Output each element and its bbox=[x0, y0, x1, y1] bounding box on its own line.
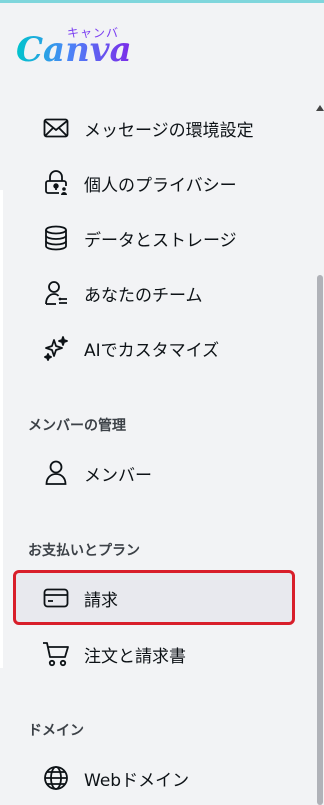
menu-item-ai-customize[interactable]: AIでカスタマイズ bbox=[28, 326, 288, 370]
scrollbar[interactable] bbox=[316, 95, 324, 805]
menu-item-members[interactable]: メンバー bbox=[28, 451, 288, 495]
shopping-cart-icon bbox=[42, 640, 70, 668]
menu-item-privacy[interactable]: 個人のプライバシー bbox=[28, 161, 288, 205]
menu-item-label: 請求 bbox=[84, 590, 118, 611]
menu-item-orders-invoices[interactable]: 注文と請求書 bbox=[28, 632, 288, 676]
envelope-icon bbox=[42, 114, 70, 142]
menu-item-label: あなたのチーム bbox=[84, 285, 203, 306]
menu-item-label: Webドメイン bbox=[84, 770, 190, 791]
menu-item-message-preferences[interactable]: メッセージの環境設定 bbox=[28, 106, 288, 150]
menu-item-your-team[interactable]: あなたのチーム bbox=[28, 271, 288, 315]
menu-item-label: メンバー bbox=[84, 465, 152, 486]
menu-item-web-domains[interactable]: Webドメイン bbox=[28, 756, 288, 800]
menu-item-label: メッセージの環境設定 bbox=[84, 120, 254, 141]
sparkles-icon bbox=[42, 334, 70, 362]
section-title-members: メンバーの管理 bbox=[28, 418, 126, 434]
logo-wordmark: Canva bbox=[16, 30, 132, 70]
menu-item-billing[interactable]: 請求 bbox=[28, 576, 288, 620]
section-title-billing: お支払いとプラン bbox=[28, 543, 140, 559]
lock-person-icon bbox=[42, 169, 70, 197]
panel-edge bbox=[0, 190, 3, 668]
scroll-up-arrow-icon[interactable] bbox=[316, 105, 324, 111]
database-icon bbox=[42, 224, 70, 252]
menu-item-label: 注文と請求書 bbox=[84, 646, 186, 667]
section-title-domains: ドメイン bbox=[28, 723, 84, 739]
menu-item-label: AIでカスタマイズ bbox=[84, 340, 220, 361]
menu-item-data-storage[interactable]: データとストレージ bbox=[28, 216, 288, 260]
credit-card-icon bbox=[42, 584, 70, 612]
top-accent-line bbox=[0, 0, 324, 3]
scrollbar-thumb[interactable] bbox=[317, 275, 323, 805]
canva-logo[interactable]: キャンバ Canva bbox=[16, 24, 132, 70]
person-icon bbox=[42, 459, 70, 487]
team-icon bbox=[42, 279, 70, 307]
globe-icon bbox=[42, 764, 70, 792]
menu-item-label: 個人のプライバシー bbox=[84, 175, 237, 196]
menu-item-label: データとストレージ bbox=[84, 230, 237, 251]
